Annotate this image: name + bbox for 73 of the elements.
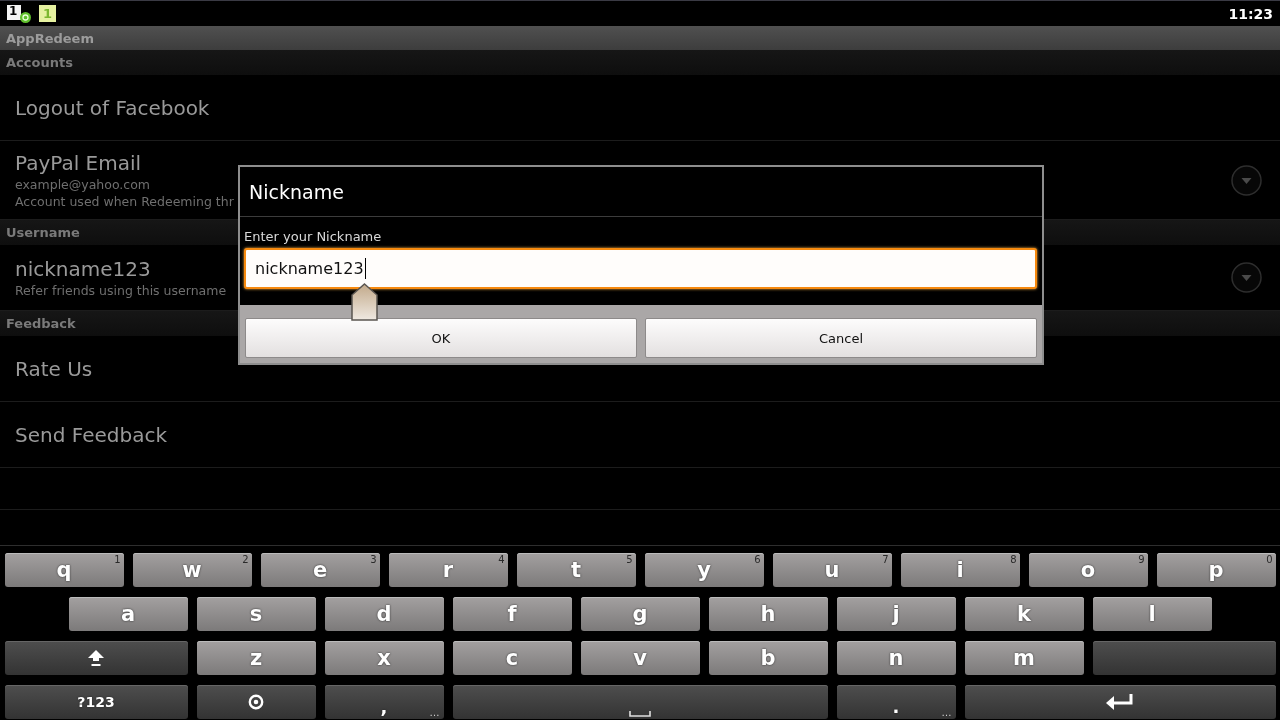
- enter-key[interactable]: [964, 685, 1276, 719]
- key-hint: 2: [242, 554, 249, 565]
- preference-item[interactable]: Send Feedback: [0, 402, 1280, 468]
- preference-summary: Account used when Redeeming thr: [15, 193, 234, 210]
- letter-key[interactable]: q 1: [4, 553, 124, 587]
- nickname-input[interactable]: nickname123: [244, 248, 1037, 289]
- key-hint: 3: [370, 554, 377, 565]
- letter-key[interactable]: n: [836, 641, 956, 675]
- key-hint: 7: [882, 554, 889, 565]
- letter-key[interactable]: c: [452, 641, 572, 675]
- letter-key[interactable]: g: [580, 597, 700, 631]
- symbols-key[interactable]: ?123: [4, 685, 188, 719]
- dialog-button[interactable]: Cancel: [645, 318, 1037, 358]
- letter-key[interactable]: b: [708, 641, 828, 675]
- space-key[interactable]: [452, 685, 828, 719]
- letter-key[interactable]: o 9: [1028, 553, 1148, 587]
- preference-title: Send Feedback: [15, 421, 167, 448]
- settings-icon: [248, 694, 264, 710]
- letter-key[interactable]: f: [452, 597, 572, 631]
- notification-count: 1: [39, 5, 56, 22]
- letter-key[interactable]: r 4: [388, 553, 508, 587]
- preference-summary: Refer friends using this username: [15, 282, 227, 299]
- preference-title: nickname123: [15, 256, 151, 282]
- key-hint: …: [941, 707, 952, 718]
- letter-key[interactable]: j: [836, 597, 956, 631]
- letter-key[interactable]: t 5: [516, 553, 636, 587]
- shift-icon: [87, 649, 105, 667]
- letter-key[interactable]: p 0: [1156, 553, 1276, 587]
- letter-key[interactable]: i 8: [900, 553, 1020, 587]
- space-bar-icon: [629, 711, 651, 717]
- preference-item[interactable]: Logout of Facebook: [0, 75, 1280, 141]
- letter-key[interactable]: u 7: [772, 553, 892, 587]
- letter-key[interactable]: l: [1092, 597, 1212, 631]
- key-hint: 6: [754, 554, 761, 565]
- key-hint: …: [429, 707, 440, 718]
- notification-count: 1: [7, 4, 21, 20]
- key-hint: 8: [1010, 554, 1017, 565]
- app-title: AppRedeem: [6, 30, 94, 46]
- letter-key[interactable]: e 3: [260, 553, 380, 587]
- sync-badge-icon: [20, 11, 31, 23]
- letter-key[interactable]: x: [324, 641, 444, 675]
- text-cursor-icon: [364, 258, 366, 279]
- letter-key[interactable]: s: [196, 597, 316, 631]
- field-label: Enter your Nickname: [244, 229, 382, 245]
- blank-key[interactable]: [1092, 641, 1276, 675]
- letter-key[interactable]: m: [964, 641, 1084, 675]
- key-hint: 9: [1138, 554, 1145, 565]
- category-title: Accounts: [6, 55, 73, 70]
- category-title: Feedback: [6, 316, 76, 331]
- letter-key[interactable]: h: [708, 597, 828, 631]
- key-hint: 0: [1266, 554, 1273, 565]
- letter-key[interactable]: w 2: [132, 553, 252, 587]
- preference-summary: example@yahoo.com: [15, 176, 151, 193]
- key-hint: 4: [498, 554, 505, 565]
- category-title: Username: [6, 225, 80, 240]
- letter-key[interactable]: k: [964, 597, 1084, 631]
- return-arrow-icon: [1105, 692, 1135, 712]
- shift-key[interactable]: [4, 641, 188, 675]
- key-hint: 1: [114, 554, 121, 565]
- settings-key[interactable]: [196, 685, 316, 719]
- key-hint: 5: [626, 554, 633, 565]
- letter-key[interactable]: d: [324, 597, 444, 631]
- preference-title: PayPal Email: [15, 150, 142, 176]
- dialog-title: Nickname: [249, 180, 344, 203]
- preference-title: Rate Us: [15, 355, 93, 382]
- period-key[interactable]: . …: [836, 685, 956, 719]
- letter-key[interactable]: y 6: [644, 553, 764, 587]
- letter-key[interactable]: a: [68, 597, 188, 631]
- comma-key[interactable]: , …: [324, 685, 444, 719]
- preference-title: Logout of Facebook: [15, 94, 210, 121]
- letter-key[interactable]: v: [580, 641, 700, 675]
- clock-time: 11:23: [1228, 5, 1273, 22]
- letter-key[interactable]: z: [196, 641, 316, 675]
